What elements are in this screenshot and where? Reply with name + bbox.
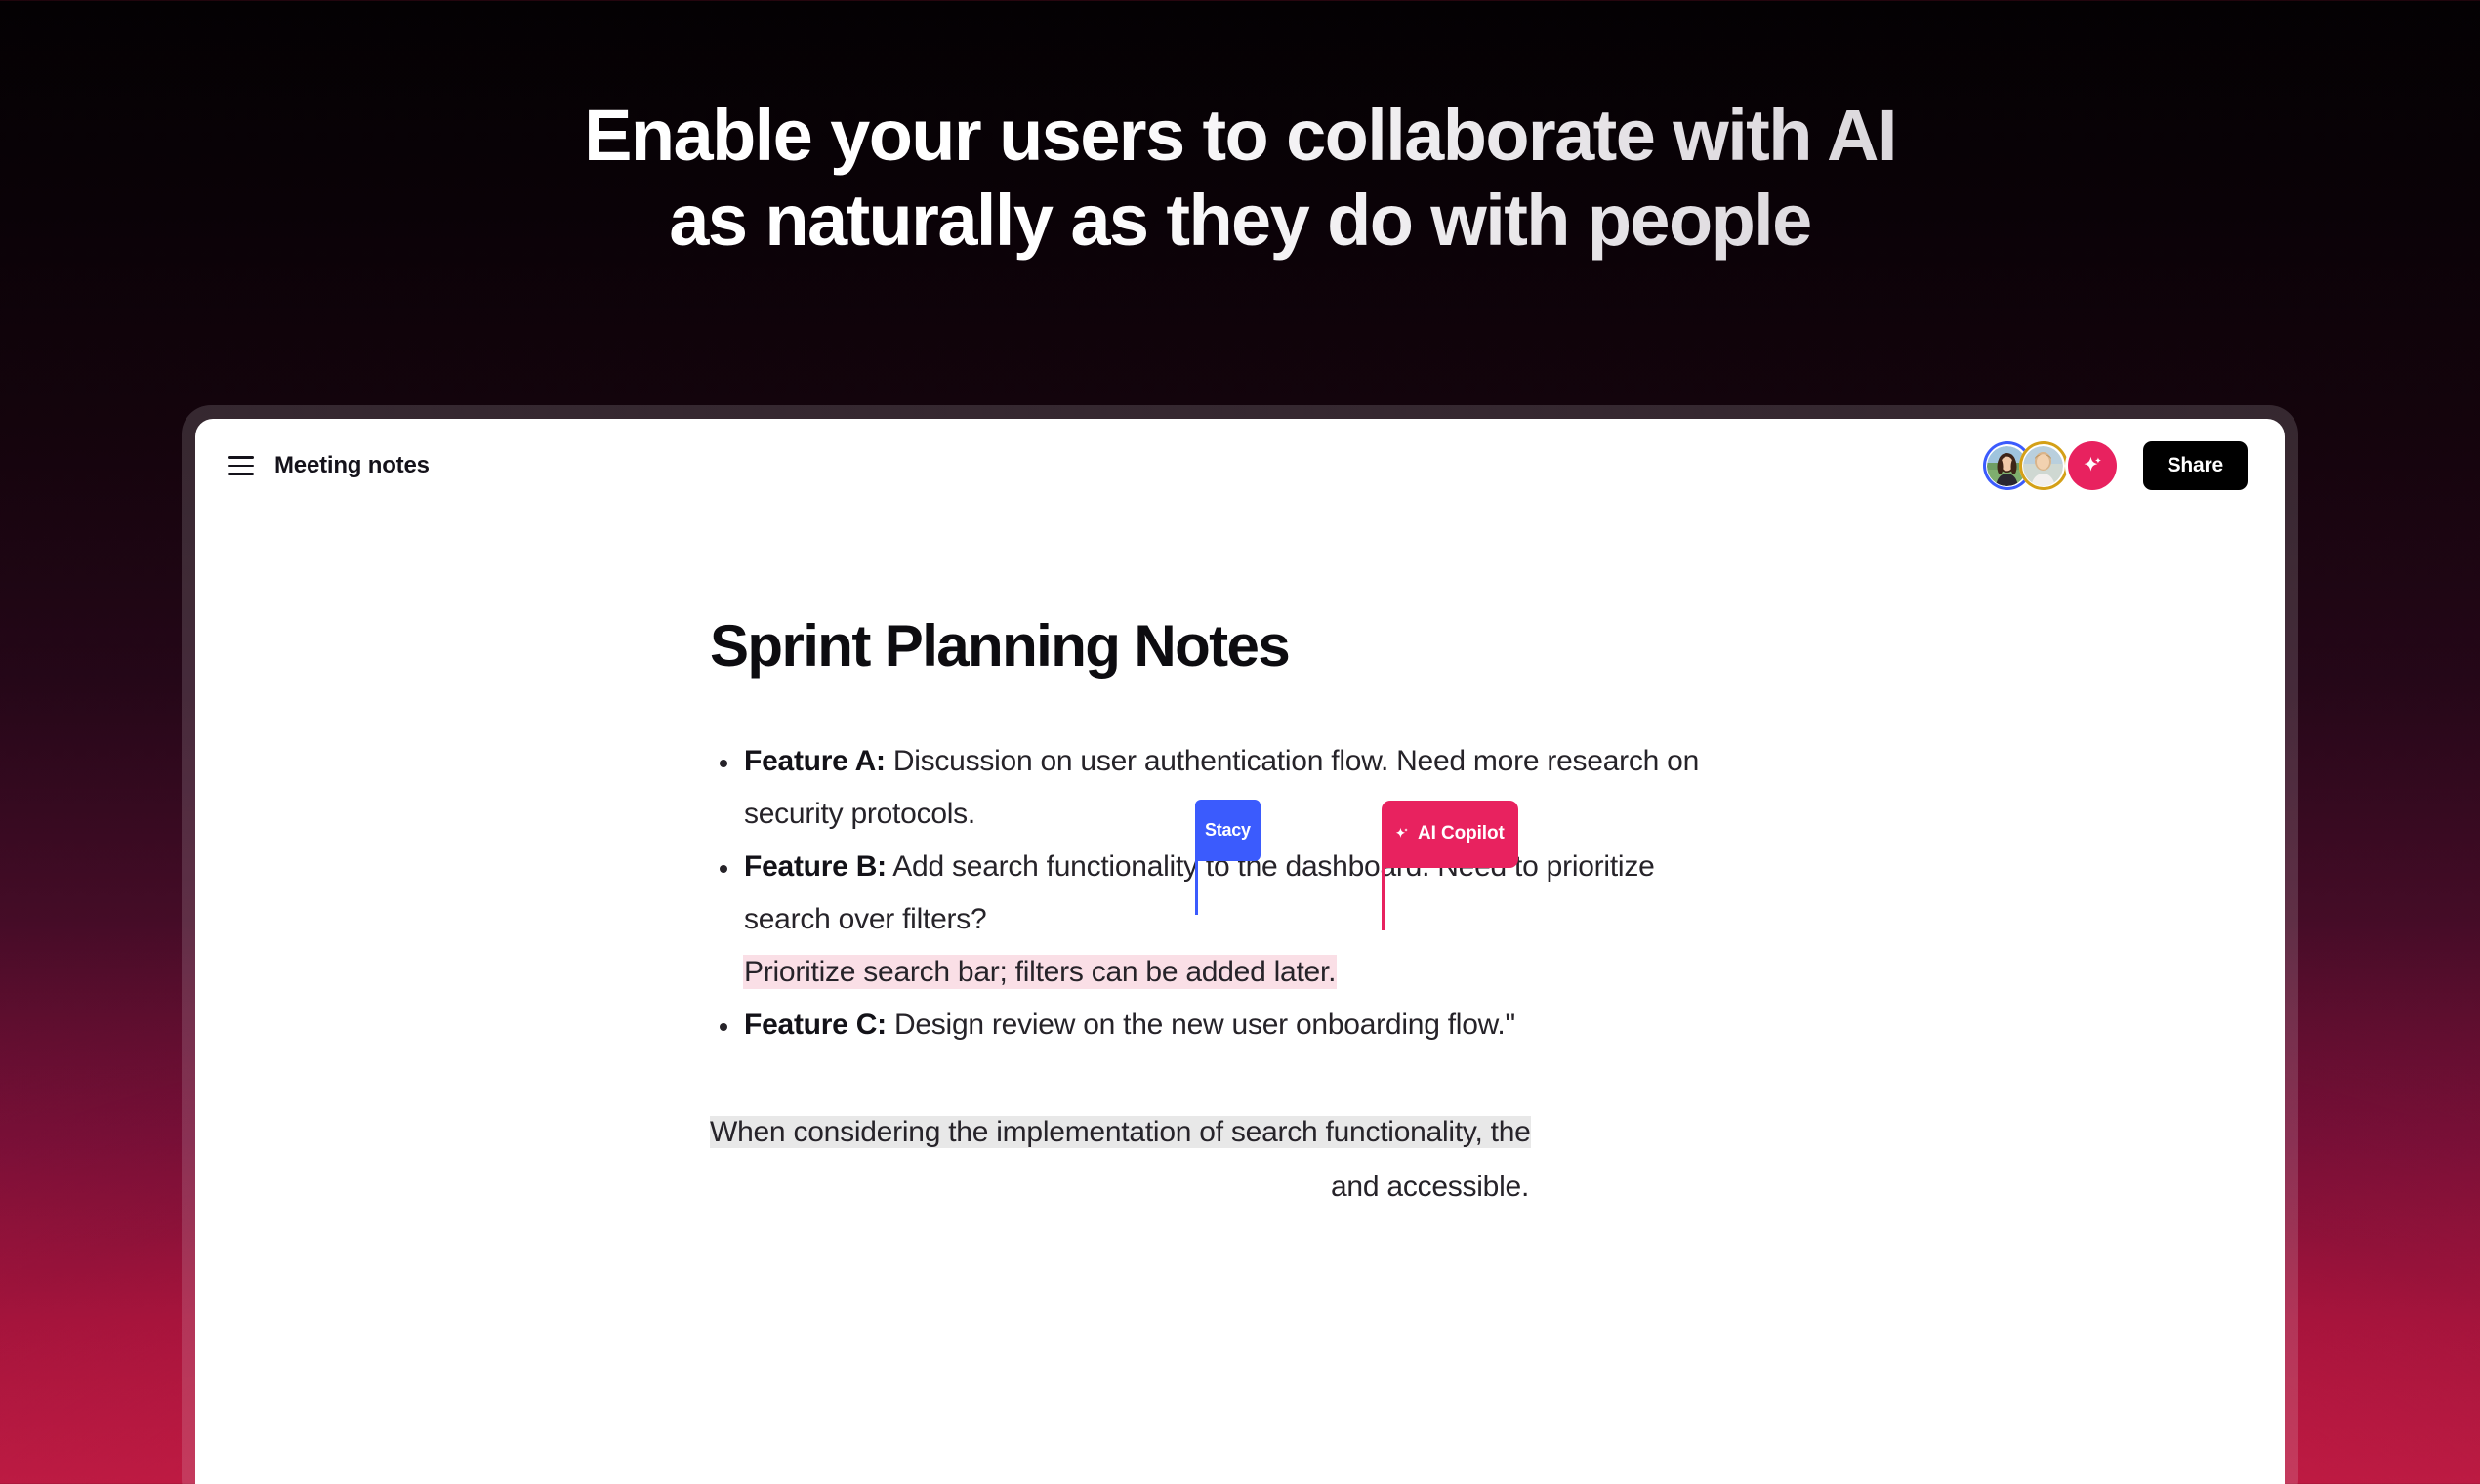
sparkle-icon xyxy=(2084,456,2101,472)
topbar-right-group: Share xyxy=(1982,441,2248,490)
remote-cursor-stacy: Stacy xyxy=(1195,800,1261,915)
avatar-collaborator-2[interactable] xyxy=(2018,441,2068,490)
cursor-label-ai-copilot: AI Copilot xyxy=(1382,801,1518,868)
topbar-left-group: Meeting notes xyxy=(228,452,430,479)
app-topbar: Meeting notes Share xyxy=(195,419,2285,513)
avatar-illustration-man xyxy=(2023,445,2064,486)
bullet-label: Feature C: xyxy=(744,1009,887,1041)
document-title: Meeting notes xyxy=(274,452,430,478)
remote-cursor-ai-copilot: AI Copilot xyxy=(1382,801,1518,930)
paragraph-remainder: and accessible. xyxy=(710,1171,1529,1203)
feature-bullet-list: Feature A: Discussion on user authentica… xyxy=(710,735,2285,1051)
document-heading: Sprint Planning Notes xyxy=(710,613,1291,679)
avatar-ai-assistant[interactable] xyxy=(2067,441,2117,490)
paragraph-rest-text: and accessible. xyxy=(1331,1171,1530,1203)
list-item[interactable]: Feature C: Design review on the new user… xyxy=(710,999,1745,1051)
hero-headline: Enable your users to collaborate with AI… xyxy=(0,94,2480,263)
hamburger-menu-icon[interactable] xyxy=(228,456,254,475)
collaborator-avatars xyxy=(1982,441,2117,490)
app-window-frame: Meeting notes Share Sprint Planning Note… xyxy=(182,405,2298,1484)
cursor-label-stacy: Stacy xyxy=(1195,800,1261,861)
share-button[interactable]: Share xyxy=(2142,441,2248,490)
document-body: Sprint Planning Notes Feature A: Discuss… xyxy=(195,513,2285,1215)
bullet-label: Feature B: xyxy=(744,850,887,883)
sparkle-icon xyxy=(1395,827,1408,838)
app-window: Meeting notes Share Sprint Planning Note… xyxy=(195,419,2285,1484)
hero-line-2: as naturally as they do with people xyxy=(0,179,2480,264)
ai-suggestion-text[interactable]: Prioritize search bar; filters can be ad… xyxy=(744,956,1336,988)
bullet-label: Feature A: xyxy=(744,745,886,777)
document-paragraph[interactable]: When considering the implementation of s… xyxy=(710,1105,1769,1215)
cursor-label-text: AI Copilot xyxy=(1418,823,1505,844)
avatar-photo-2 xyxy=(2023,445,2064,486)
bullet-text: Design review on the new user onboarding… xyxy=(886,1009,1515,1041)
list-item[interactable]: Feature B: Add search functionality to t… xyxy=(710,800,1745,999)
selected-text: When considering the implementation of s… xyxy=(710,1116,1531,1148)
hero-line-1: Enable your users to collaborate with AI xyxy=(0,94,2480,179)
